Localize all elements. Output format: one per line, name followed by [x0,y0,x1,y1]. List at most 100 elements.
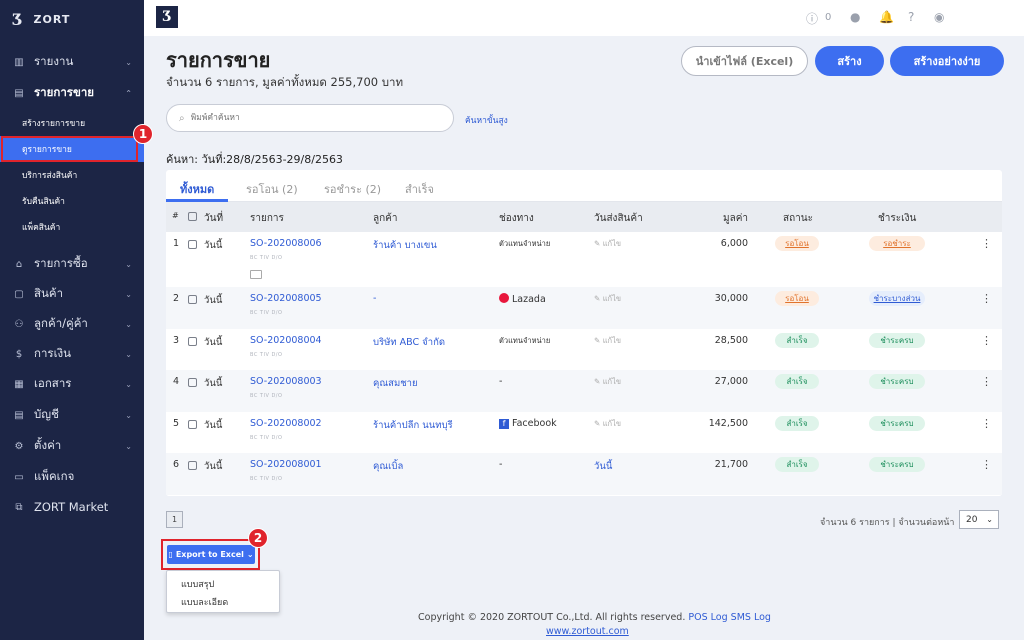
table-row[interactable]: 3 วันนี้ SO-202008004 BC TIV D/O บริษัท … [166,329,1002,370]
import-excel-button[interactable]: นำเข้าไฟล์ (Excel) [681,46,808,76]
payment-badge[interactable]: รอชำระ [869,236,925,251]
status-badge[interactable]: รอโอน [775,236,819,251]
chevron-down-icon: ⌄ [125,379,132,389]
bell-icon[interactable]: 🔔 [879,10,894,24]
payment-badge[interactable]: ชำระครบ [869,457,925,472]
doc-shortcuts: BC TIV D/O [250,435,283,441]
sidebar-item-package[interactable]: ▭ แพ็คเกจ [0,462,144,492]
ship-date[interactable]: ✎ แก้ไข [594,293,621,305]
customer-link[interactable]: ร้านค้า บางเขน [373,238,437,253]
per-page-select[interactable]: 20 ⌄ [959,510,999,529]
advanced-search-link[interactable]: ค้นหาขั้นสูง [465,113,508,127]
help-icon[interactable]: ? [908,10,914,24]
table-row[interactable]: 6 วันนี้ SO-202008001 BC TIV D/O คุณเบิ้… [166,453,1002,495]
customer-link[interactable]: บริษัท ABC จำกัด [373,335,445,350]
sidebar-item-sales[interactable]: ▤ รายการขาย ⌃ [0,78,144,108]
doc-shortcuts: BC TIV D/O [250,255,283,261]
table-row[interactable]: 4 วันนี้ SO-202008003 BC TIV D/O คุณสมชา… [166,370,1002,412]
sidebar-item-finance[interactable]: $ การเงิน ⌄ [0,339,144,369]
sidebar-item-accounting[interactable]: ▤ บัญชี ⌄ [0,400,144,430]
sidebar-item-customers[interactable]: ⚇ ลูกค้า/คู่ค้า ⌄ [0,309,144,339]
export-option-detailed[interactable]: แบบละเอียด [181,595,228,609]
more-options-icon[interactable]: ⋮ [981,417,992,430]
tab-awaiting-transfer[interactable]: รอโอน (2) [246,180,298,198]
highlight-box-2 [161,539,260,570]
table-row[interactable]: 5 วันนี้ SO-202008002 BC TIV D/O ร้านค้า… [166,412,1002,453]
ship-date[interactable]: ✎ แก้ไข [594,376,621,388]
create-button[interactable]: สร้าง [815,46,884,76]
page-button-1[interactable]: 1 [166,511,183,528]
footer-website-link[interactable]: www.zortout.com [546,626,629,637]
chart-icon: ▥ [14,56,24,68]
create-easy-button[interactable]: สร้างอย่างง่าย [890,46,1004,76]
row-checkbox[interactable] [188,240,197,249]
table-row[interactable]: 1 วันนี้ SO-202008006 BC TIV D/O ร้านค้า… [166,232,1002,287]
sidebar-item-report[interactable]: ▥ รายงาน ⌄ [0,47,144,77]
status-badge[interactable]: สำเร็จ [775,457,819,472]
status-badge[interactable]: รอโอน [775,291,819,306]
order-id-link[interactable]: SO-202008006 [250,238,322,249]
subitem-returns[interactable]: รับคืนสินค้า [0,188,144,214]
payment-badge[interactable]: ชำระบางส่วน [869,291,925,306]
sidebar-item-products[interactable]: ▢ สินค้า ⌄ [0,279,144,309]
row-checkbox[interactable] [188,420,197,429]
status-badge[interactable]: สำเร็จ [775,333,819,348]
subitem-create-sale[interactable]: สร้างรายการขาย [0,110,144,136]
customer-link[interactable]: - [373,293,376,304]
order-id-link[interactable]: SO-202008003 [250,376,322,387]
order-id-link[interactable]: SO-202008002 [250,418,322,429]
footer-pos-link[interactable]: POS [688,612,707,623]
channel: f Facebook [499,418,557,429]
ship-date[interactable]: ✎ แก้ไข [594,238,621,250]
customer-link[interactable]: คุณเบิ้ล [373,459,403,474]
ship-date[interactable]: ✎ แก้ไข [594,418,621,430]
tab-completed[interactable]: สำเร็จ [405,180,434,198]
search-input[interactable] [190,113,431,123]
customer-link[interactable]: คุณสมชาย [373,376,418,391]
tab-awaiting-payment[interactable]: รอชำระ (2) [324,180,381,198]
more-options-icon[interactable]: ⋮ [981,237,992,250]
row-checkbox[interactable] [188,461,197,470]
edit-icon: ✎ [594,419,601,428]
customer-link[interactable]: ร้านค้าปลีก นนทบุรี [373,418,453,433]
sidebar-item-documents[interactable]: ▦ เอกสาร ⌄ [0,369,144,399]
table-row[interactable]: 2 วันนี้ SO-202008005 BC TIV D/O - Lazad… [166,287,1002,329]
ship-date[interactable]: ✎ แก้ไข [594,335,621,347]
status-badge[interactable]: สำเร็จ [775,374,819,389]
status-badge[interactable]: สำเร็จ [775,416,819,431]
edit-icon: ✎ [594,336,601,345]
sidebar: Ʒ ZORT ▥ รายงาน ⌄ ▤ รายการขาย ⌃ สร้างรายการขา… [0,0,153,640]
row-checkbox[interactable] [188,295,197,304]
more-options-icon[interactable]: ⋮ [981,458,992,471]
footer-sms-link[interactable]: SMS Log [731,612,771,623]
subitem-packing[interactable]: แพ็คสินค้า [0,214,144,240]
document-icon: ▦ [14,378,24,390]
more-options-icon[interactable]: ⋮ [981,334,992,347]
payment-badge[interactable]: ชำระครบ [869,374,925,389]
sales-table-panel: ทั้งหมด รอโอน (2) รอชำระ (2) สำเร็จ # วั… [166,170,1002,496]
row-checkbox[interactable] [188,337,197,346]
sidebar-item-purchases[interactable]: ⌂ รายการซื้อ ⌄ [0,249,144,279]
brand-logo[interactable]: Ʒ ZORT [0,0,144,38]
subitem-shipping[interactable]: บริการส่งสินค้า [0,162,144,188]
tab-all[interactable]: ทั้งหมด [180,180,214,198]
payment-badge[interactable]: ชำระครบ [869,416,925,431]
sidebar-item-settings[interactable]: ⚙ ตั้งค่า ⌄ [0,431,144,461]
select-all-checkbox[interactable] [188,212,197,221]
zort-logo-icon[interactable]: Ʒ [156,6,178,28]
order-id-link[interactable]: SO-202008005 [250,293,322,304]
more-options-icon[interactable]: ⋮ [981,292,992,305]
account-icon[interactable]: ◉ [934,10,944,24]
export-option-summary[interactable]: แบบสรุป [181,577,214,591]
package-icon: ▭ [14,471,24,483]
ship-date[interactable]: วันนี้ [594,459,612,474]
footer-log-link[interactable]: Log [711,612,728,623]
more-options-icon[interactable]: ⋮ [981,375,992,388]
order-id-link[interactable]: SO-202008004 [250,335,322,346]
payment-badge[interactable]: ชำระครบ [869,333,925,348]
sidebar-item-market[interactable]: ⧉ ZORT Market [0,492,144,522]
order-id-link[interactable]: SO-202008001 [250,459,322,470]
info-icon[interactable]: ⓘ [806,10,818,27]
user-icon[interactable]: ● [850,10,860,24]
row-checkbox[interactable] [188,378,197,387]
